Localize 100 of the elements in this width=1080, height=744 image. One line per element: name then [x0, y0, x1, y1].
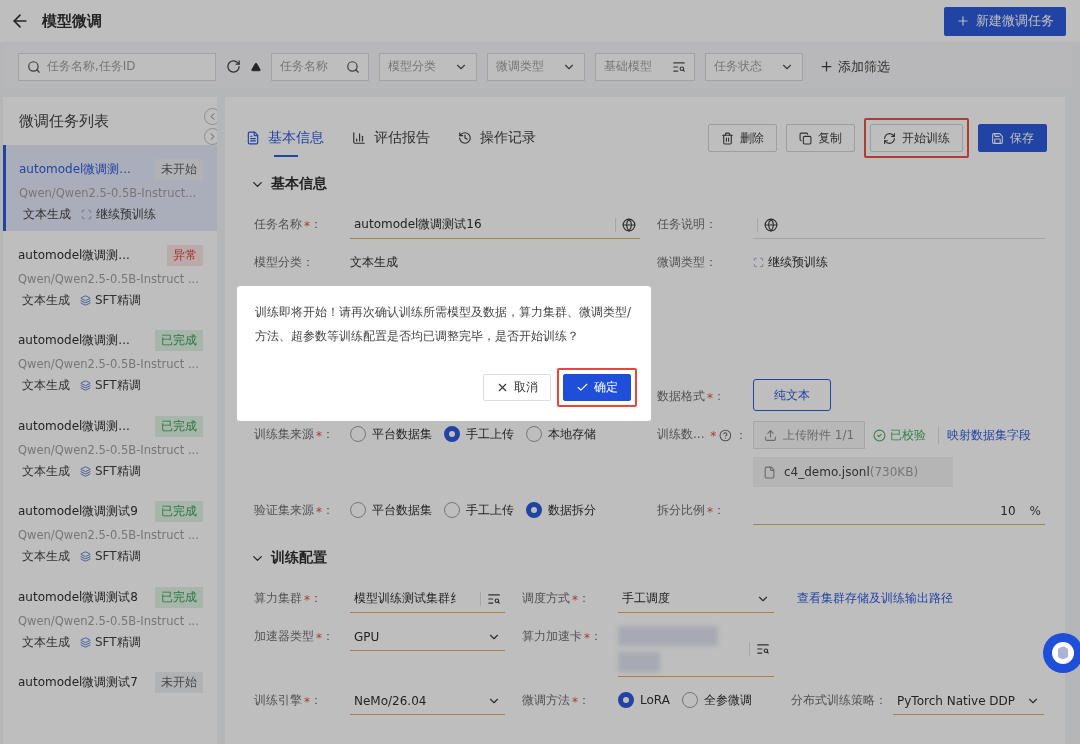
radio-option[interactable]: LoRA — [618, 692, 670, 708]
task-name: automodel微调测... — [18, 417, 130, 435]
upload-icon — [764, 428, 777, 442]
task-name: automodel微调测... — [18, 246, 130, 264]
list-search-icon — [672, 59, 686, 74]
radio-icon[interactable] — [526, 502, 542, 518]
action-button[interactable]: 复制 — [786, 124, 855, 152]
radio-option[interactable]: 手工上传 — [444, 425, 514, 443]
radio-icon[interactable] — [350, 426, 366, 442]
radio-option[interactable]: 手工上传 — [444, 501, 514, 519]
task-list-item[interactable]: automodel微调测试8 已完成 Qwen/Qwen2.5-0.5B-Instruct ... 文本生成 SFT精调 — [3, 572, 217, 659]
field-label: 微调类型： — [657, 254, 717, 271]
model-name: Qwen/Qwen2.5-0.5B-Instruct ... — [18, 271, 200, 286]
layers-icon — [80, 636, 91, 648]
radio-icon[interactable] — [444, 426, 460, 442]
radio-icon[interactable] — [681, 692, 698, 708]
add-filter-button[interactable]: 添加筛选 — [813, 56, 896, 77]
confirm-button[interactable]: 确定 — [563, 374, 631, 401]
model-name: Qwen/Qwen2.5-0.5B-Instruct... — [19, 186, 198, 201]
radio-option[interactable]: 数据拆分 — [526, 501, 596, 519]
refresh-icon[interactable] — [226, 59, 241, 74]
search-icon — [27, 59, 41, 74]
action-button[interactable]: 保存 — [978, 124, 1047, 152]
category-text: 文本生成 — [22, 548, 70, 566]
layers-icon — [80, 294, 91, 306]
label-colon: ： — [735, 426, 747, 444]
category-text: 文本生成 — [22, 633, 70, 651]
select-field[interactable]: GPU — [350, 623, 505, 651]
field-label: 模型分类： — [254, 254, 314, 271]
refresh-icon — [883, 131, 896, 145]
page-title: 模型微调 — [42, 11, 103, 31]
file-icon — [763, 465, 776, 479]
chevron-left-icon — [207, 111, 217, 122]
radio-icon[interactable] — [618, 692, 634, 708]
help-icon[interactable] — [719, 428, 732, 442]
field-value: 继续预训练 — [768, 254, 828, 271]
radio-icon[interactable] — [444, 502, 460, 518]
task-name: automodel微调测试7 — [18, 674, 138, 692]
field-label: 分布式训练策略： — [791, 692, 887, 709]
radio-option[interactable]: 平台数据集 — [350, 501, 432, 519]
section-title: 训练配置 — [271, 549, 327, 567]
action-button[interactable]: 开始训练 — [870, 124, 963, 152]
scan-icon — [753, 256, 764, 268]
globe-icon[interactable] — [764, 217, 778, 232]
category-text: 文本生成 — [22, 377, 70, 395]
percent-unit: % — [1029, 503, 1041, 518]
tune-type-text: SFT精调 — [95, 548, 141, 566]
field-label: 任务说明： — [657, 216, 717, 233]
input-field[interactable]: automodel微调测试16 — [350, 211, 640, 239]
category-text: 文本生成 — [22, 291, 70, 309]
document-icon — [246, 131, 260, 145]
check-circle-icon — [873, 428, 887, 442]
cluster-path-link[interactable]: 查看集群存储及训练输出路径 — [797, 585, 1044, 611]
tab[interactable]: 操作记录 — [458, 119, 536, 157]
select-field[interactable]: NeMo/26.04 — [350, 687, 505, 715]
plus-icon — [956, 14, 970, 28]
task-list-item[interactable]: automodel微调测... 异常 Qwen/Qwen2.5-0.5B-Instruct ... 文本生成 SFT精调 — [3, 230, 217, 317]
task-list-item[interactable]: automodel微调测试7 未开始 — [3, 658, 217, 744]
category-text: 文本生成 — [22, 462, 70, 480]
select-field[interactable]: PyTorch Native DDP — [893, 687, 1044, 715]
copy-icon — [799, 131, 812, 145]
list-search-icon[interactable] — [756, 641, 770, 656]
task-list-item[interactable]: automodel微调测试9 已完成 Qwen/Qwen2.5-0.5B-Instruct ... 文本生成 SFT精调 — [3, 487, 217, 573]
select-field[interactable]: 手工调度 — [618, 585, 774, 613]
radio-option[interactable]: 全参微调 — [681, 691, 752, 709]
input-field[interactable]: 10 % — [753, 497, 1045, 525]
radio-option[interactable]: 本地存储 — [526, 425, 596, 443]
collapse-icon[interactable] — [251, 61, 261, 72]
task-name: automodel微调测试8 — [18, 588, 138, 606]
close-icon — [496, 381, 509, 394]
section-title: 基本信息 — [271, 175, 327, 193]
model-name: Qwen/Qwen2.5-0.5B-Instruct ... — [18, 613, 200, 628]
status-tag: 未开始 — [155, 672, 203, 694]
format-button[interactable]: 纯文本 — [753, 379, 831, 411]
status-tag: 异常 — [167, 244, 203, 266]
tab[interactable]: 基本信息 — [246, 119, 324, 157]
save-icon — [991, 131, 1004, 145]
globe-icon[interactable] — [622, 217, 636, 232]
trash-icon — [721, 131, 734, 145]
list-search-icon[interactable] — [487, 591, 501, 606]
radio-option[interactable]: 平台数据集 — [350, 425, 432, 443]
task-list-item[interactable]: automodel微调测... 已完成 Qwen/Qwen2.5-0.5B-Instruct ... 文本生成 SFT精调 — [3, 316, 217, 402]
task-list-item[interactable]: automodel微调测... 已完成 Qwen/Qwen2.5-0.5B-Instruct ... 文本生成 SFT精调 — [3, 401, 217, 488]
cancel-button[interactable]: 取消 — [483, 374, 551, 401]
task-name: automodel微调测试9 — [18, 503, 138, 521]
radio-icon[interactable] — [350, 502, 366, 518]
map-fields-link[interactable]: 映射数据集字段 — [947, 422, 1032, 448]
radio-icon[interactable] — [526, 426, 542, 442]
model-name: Qwen/Qwen2.5-0.5B-Instruct ... — [18, 528, 200, 543]
model-name: Qwen/Qwen2.5-0.5B-Instruct ... — [18, 442, 200, 457]
tab[interactable]: 评估报告 — [352, 119, 430, 157]
task-list-item[interactable]: automodel微调测... 未开始 Qwen/Qwen2.5-0.5B-Instruct... 文本生成 继续预训练 — [3, 145, 217, 231]
panel-title: 微调任务列表 — [19, 110, 110, 132]
history-icon — [458, 131, 472, 145]
action-button[interactable]: 删除 — [708, 124, 777, 152]
task-name: automodel微调测... — [18, 332, 130, 350]
input-field[interactable]: 模型训练测试集群纟 — [350, 585, 505, 613]
new-task-button[interactable]: 新建微调任务 — [944, 6, 1066, 36]
model-name: Qwen/Qwen2.5-0.5B-Instruct ... — [18, 357, 200, 372]
status-tag: 已完成 — [155, 330, 203, 352]
